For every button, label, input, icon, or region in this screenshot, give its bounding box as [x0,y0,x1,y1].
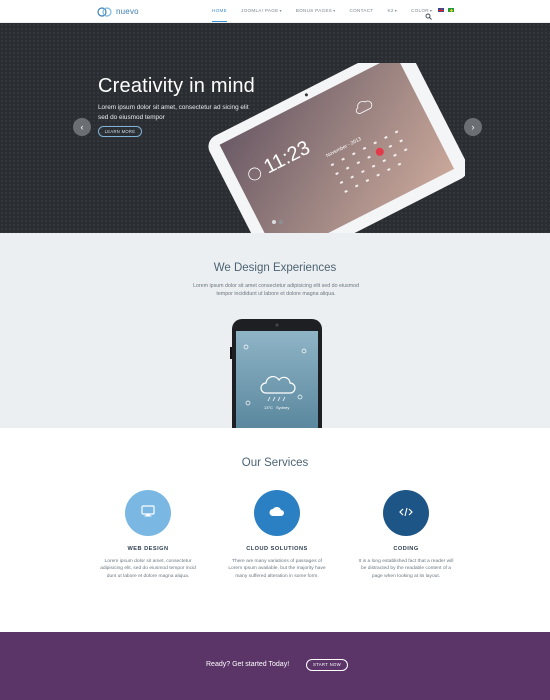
logo-text: nuevo [116,7,139,16]
service-icon-circle[interactable] [254,490,300,536]
chevron-down-icon: ▾ [279,8,282,13]
experiences-title: We Design Experiences [213,262,337,274]
service-icon-circle[interactable] [383,490,429,536]
chevron-right-icon: › [471,122,475,132]
logo[interactable]: nuevo [97,5,139,18]
nav-item-k2[interactable]: K2▾ [387,0,397,22]
nav-item-bonus-pages[interactable]: BONUS PAGES▾ [296,0,336,22]
service-text: It is a long established fact that a rea… [358,559,454,579]
cta-text: Ready? Get started Today! [206,661,290,668]
service-text: Lorem ipsum dolor sit amet, consectetur … [100,559,196,579]
chevron-down-icon: ▾ [333,8,336,13]
main-nav: HOME JOOMLA! PAGE▾ BONUS PAGES▾ CONTACT … [212,0,446,22]
site-header: nuevo HOME JOOMLA! PAGE▾ BONUS PAGES▾ CO… [0,0,550,23]
logo-mark-icon [97,6,113,17]
experiences-section: We Design Experiences Lorem ipsum dolor … [0,233,550,428]
monitor-icon [141,504,155,522]
flag-uk-icon[interactable] [438,8,444,12]
service-icon-circle[interactable] [125,490,171,536]
slider-next-button[interactable]: › [464,118,482,136]
chevron-left-icon: ‹ [80,122,84,132]
service-title: CODING [393,546,419,552]
phone-city: Sydney [276,405,289,410]
hero-slider: Creativity in mind Lorem ipsum dolor sit… [0,23,550,233]
slider-prev-button[interactable]: ‹ [73,118,91,136]
cloud-icon [269,504,285,522]
slider-dot[interactable] [279,220,283,224]
nav-item-joomla-page[interactable]: JOOMLA! PAGE▾ [241,0,282,22]
service-title: CLOUD SOLUTIONS [246,546,308,552]
code-icon [399,504,413,522]
phone-image: 13°C Sydney [230,317,324,428]
experiences-text: Lorem ipsum dolor sit amet consectetur a… [192,283,360,298]
learn-more-button[interactable]: LEARN MORE [98,126,142,137]
start-now-button[interactable]: START NOW [306,659,348,671]
nav-item-contact[interactable]: CONTACT [349,0,373,22]
slider-dots [272,220,286,224]
service-cloud-solutions: CLOUD SOLUTIONS There are many variation… [217,490,337,580]
chevron-down-icon: ▾ [394,8,397,13]
tablet-image: 11:23 November - 2013 [205,43,468,233]
service-title: WEB DESIGN [127,546,169,552]
flag-br-icon[interactable] [448,8,454,12]
services-title: Our Services [241,457,309,469]
service-coding: CODING It is a long established fact tha… [346,490,466,580]
slider-dot[interactable] [272,220,276,224]
cta-section: Ready? Get started Today! START NOW [0,632,550,700]
service-text: There are many variations of passages of… [228,559,326,579]
phone-temperature: 13°C [264,405,273,410]
services-section: Our Services WEB DESIGN Lorem ipsum dolo… [0,428,550,632]
service-web-design: WEB DESIGN Lorem ipsum dolor sit amet, c… [88,490,208,580]
search-icon[interactable] [425,7,432,20]
nav-item-home[interactable]: HOME [212,0,227,22]
